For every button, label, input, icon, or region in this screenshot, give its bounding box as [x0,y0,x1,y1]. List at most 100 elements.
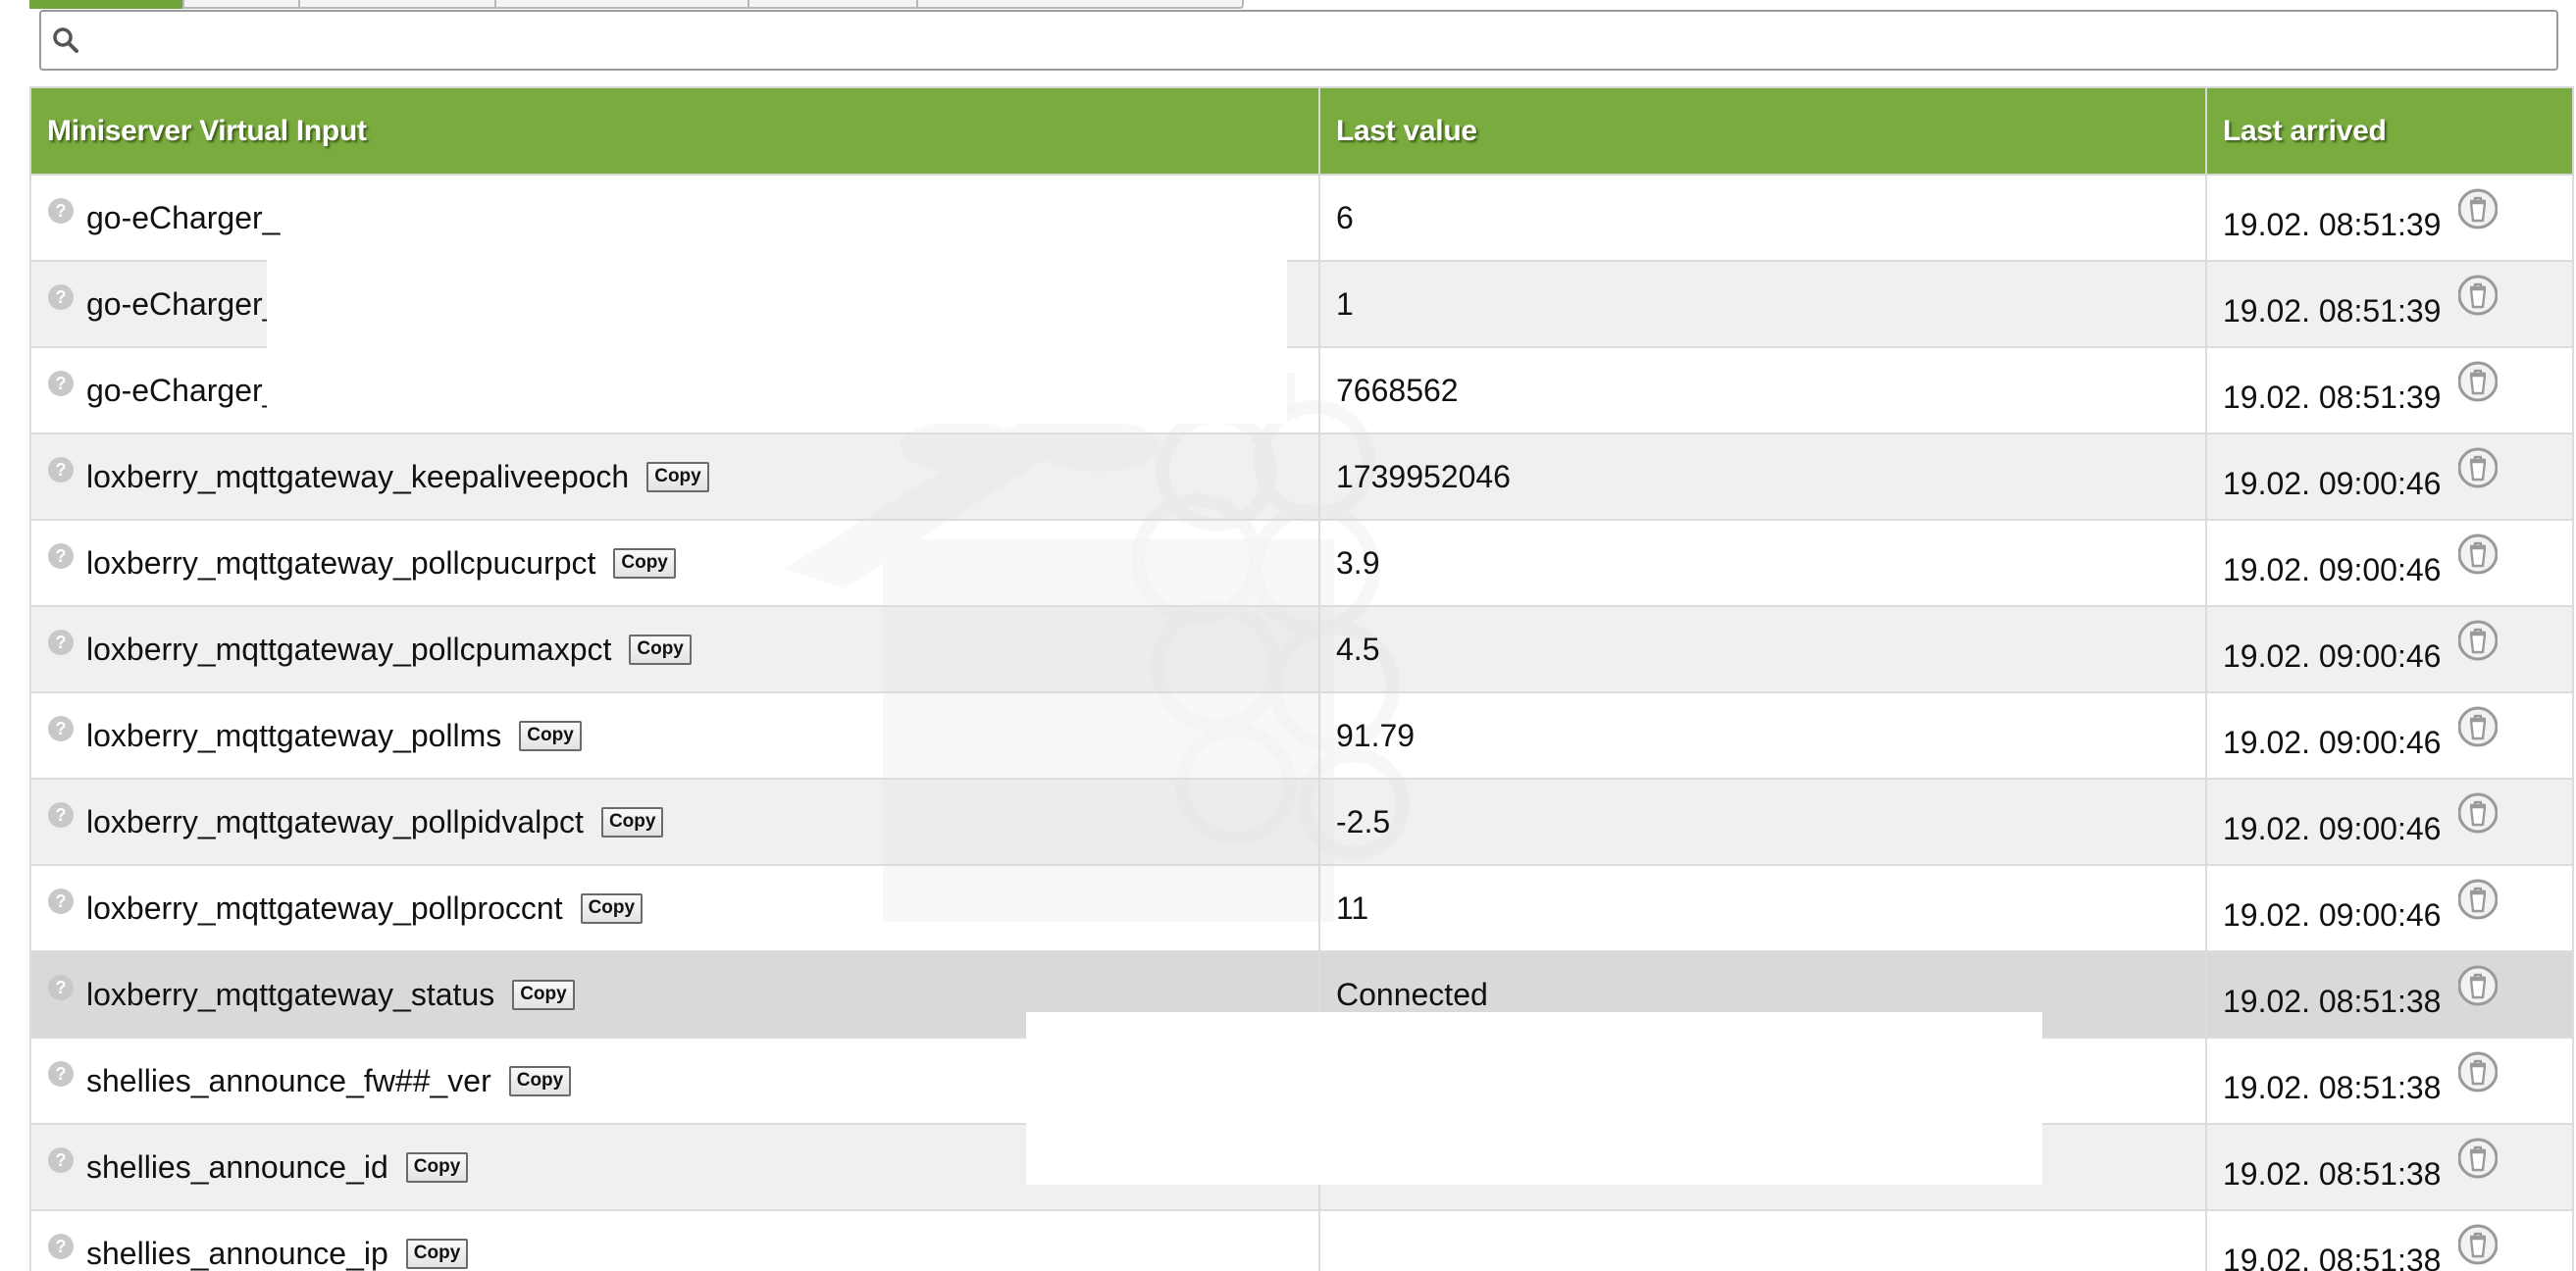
cell-virtual-input: ? loxberry_mqttgateway_pollms Copy [29,691,1320,780]
trash-icon[interactable] [2457,1137,2499,1180]
copy-button[interactable]: Copy [629,634,692,665]
question-icon[interactable]: ? [47,282,75,310]
cell-virtual-input: ? loxberry_mqttgateway_pollcpucurpct Cop… [29,519,1320,607]
cell-last-arrived: 19.02. 08:51:38 [2205,1037,2574,1125]
last-arrived-time: 19.02. 08:51:39 [2223,206,2442,242]
trash-icon[interactable] [2457,187,2499,230]
copy-button[interactable]: Copy [508,1065,572,1096]
cell-last-arrived: 19.02. 08:51:38 [2205,950,2574,1039]
table-row[interactable]: ? loxberry_mqttgateway_pollproccnt Copy … [29,864,2574,952]
tab-2[interactable] [182,0,298,9]
tab-5[interactable] [747,0,916,9]
question-icon[interactable]: ? [47,541,75,569]
trash-icon[interactable] [2457,446,2499,489]
trash-icon[interactable] [2457,791,2499,835]
trash-icon[interactable] [2457,1223,2499,1266]
cell-last-arrived: 19.02. 08:51:39 [2205,174,2574,262]
input-name: loxberry_mqttgateway_pollcpucurpct [86,544,596,581]
input-name: go-eCharger_ [86,199,281,235]
table-row[interactable]: ? loxberry_mqttgateway_pollcpumaxpct Cop… [29,605,2574,693]
trash-icon[interactable] [2457,964,2499,1007]
copy-button[interactable]: Copy [580,892,644,924]
last-arrived-time: 19.02. 08:51:38 [2223,1155,2442,1192]
copy-button[interactable]: Copy [512,979,575,1010]
input-name: shellies_announce_ip [86,1235,388,1271]
search-icon [53,27,78,53]
input-name: shellies_announce_fw##_ver [86,1062,491,1098]
cell-virtual-input: ? shellies_announce_ip Copy [29,1209,1320,1271]
cell-last-value: 91.79 [1318,691,2207,780]
trash-icon[interactable] [2457,360,2499,403]
redaction-block [267,257,1287,424]
table-row[interactable]: ? loxberry_mqttgateway_pollms Copy 91.79… [29,691,2574,780]
copy-button[interactable]: Copy [600,806,664,838]
last-value: -2.5 [1336,803,1391,839]
search-box[interactable] [39,10,2558,71]
last-value: 3.9 [1336,544,1380,581]
input-name: go-eCharger_ [86,372,281,408]
question-icon[interactable]: ? [47,369,75,396]
question-icon[interactable]: ? [47,628,75,655]
copy-button[interactable]: Copy [646,461,709,492]
question-icon[interactable]: ? [47,714,75,741]
cell-last-arrived: 19.02. 09:00:46 [2205,691,2574,780]
input-name: loxberry_mqttgateway_pollproccnt [86,890,563,926]
trash-icon[interactable] [2457,1050,2499,1093]
last-arrived-time: 19.02. 08:51:38 [2223,1069,2442,1105]
question-icon[interactable]: ? [47,1145,75,1173]
table-row[interactable]: ? loxberry_mqttgateway_keepaliveepoch Co… [29,432,2574,521]
cell-virtual-input: ? go-eCharger_ [29,174,1320,262]
copy-button[interactable]: Copy [405,1151,469,1183]
last-value: 4.5 [1336,631,1380,667]
last-value: 91.79 [1336,717,1416,753]
table-row[interactable]: ? loxberry_mqttgateway_pollpidvalpct Cop… [29,778,2574,866]
trash-icon[interactable] [2457,705,2499,748]
cell-last-arrived: 19.02. 08:51:39 [2205,346,2574,434]
table-row[interactable]: ? go-eCharger_ 6 19.02. 08:51:39 [29,174,2574,262]
copy-button[interactable]: Copy [613,547,676,579]
cell-virtual-input: ? loxberry_mqttgateway_pollproccnt Copy [29,864,1320,952]
question-icon[interactable]: ? [47,1059,75,1087]
input-name: shellies_announce_id [86,1148,388,1185]
cell-last-value: 7668562 [1318,346,2207,434]
question-icon[interactable]: ? [47,1232,75,1259]
trash-icon[interactable] [2457,619,2499,662]
tab-4[interactable] [494,0,747,9]
trash-icon[interactable] [2457,533,2499,576]
cell-last-value: 3.9 [1318,519,2207,607]
cell-virtual-input: ? loxberry_mqttgateway_pollpidvalpct Cop… [29,778,1320,866]
copy-button[interactable]: Copy [519,720,582,751]
svg-text:?: ? [56,374,67,393]
last-arrived-time: 19.02. 09:00:46 [2223,465,2442,501]
table-row[interactable]: ? loxberry_mqttgateway_pollcpucurpct Cop… [29,519,2574,607]
svg-text:?: ? [56,891,67,911]
copy-button[interactable]: Copy [405,1238,469,1269]
input-name: loxberry_mqttgateway_pollms [86,717,502,753]
last-value: 11 [1336,890,1369,926]
tab-1[interactable] [29,0,182,9]
cell-last-value: 6 [1318,174,2207,262]
search-input[interactable] [96,18,2533,65]
cell-last-arrived: 19.02. 08:51:39 [2205,260,2574,348]
question-icon[interactable]: ? [47,973,75,1000]
svg-text:?: ? [56,719,67,738]
svg-text:?: ? [56,978,67,997]
trash-icon[interactable] [2457,878,2499,921]
last-value: Connected [1336,976,1488,1012]
question-icon[interactable]: ? [47,455,75,483]
question-icon[interactable]: ? [47,800,75,828]
table-row[interactable]: ? shellies_announce_ip Copy 19.02. 08:51… [29,1209,2574,1271]
cell-last-value: 11 [1318,864,2207,952]
question-icon[interactable]: ? [47,887,75,914]
input-name: loxberry_mqttgateway_status [86,976,495,1012]
question-icon[interactable]: ? [47,196,75,224]
cell-last-value: 4.5 [1318,605,2207,693]
cell-last-value [1318,1209,2207,1271]
tab-6[interactable] [916,0,1244,9]
tab-3[interactable] [298,0,494,9]
trash-icon[interactable] [2457,274,2499,317]
input-name: loxberry_mqttgateway_pollcpumaxpct [86,631,612,667]
cell-last-arrived: 19.02. 08:51:38 [2205,1123,2574,1211]
last-value: 1739952046 [1336,458,1511,494]
header-last-arrived: Last arrived [2205,86,2574,176]
